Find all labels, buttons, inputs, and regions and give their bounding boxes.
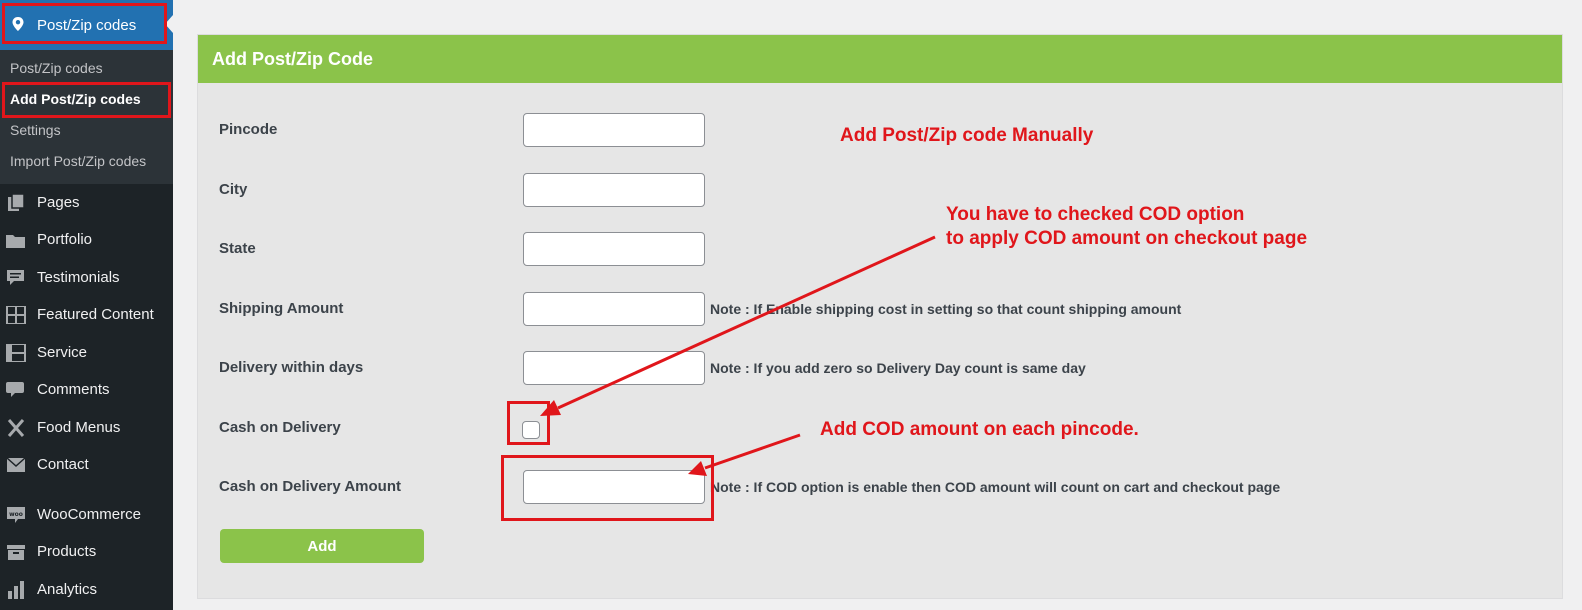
sidebar-item-portfolio[interactable]: Portfolio	[0, 223, 173, 257]
sidebar-item-label: Comments	[37, 381, 110, 398]
shipping-amount-note: Note : If Enable shipping cost in settin…	[710, 301, 1182, 317]
sidebar-item-label: Pages	[37, 194, 80, 211]
sidebar-item-label: Contact	[37, 456, 89, 473]
shipping-amount-input[interactable]	[523, 292, 705, 326]
cod-label: Cash on Delivery	[219, 419, 341, 436]
sidebar-item-comments[interactable]: Comments	[0, 373, 173, 407]
annotation-cod-amount: Add COD amount on each pincode.	[820, 419, 1139, 440]
add-post-zip-code-panel: Add Post/Zip Code Pincode City State Shi…	[197, 34, 1563, 599]
grid-icon	[6, 306, 26, 324]
highlight-box-menu	[2, 3, 167, 44]
products-icon	[7, 545, 25, 560]
analytics-icon	[8, 581, 24, 599]
highlight-box-checkbox	[507, 401, 550, 445]
delivery-days-input[interactable]	[523, 351, 705, 385]
sidebar-item-testimonials[interactable]: Testimonials	[0, 261, 173, 295]
sidebar-item-label: WooCommerce	[37, 506, 141, 523]
panel-header: Add Post/Zip Code	[198, 35, 1562, 83]
envelope-icon	[6, 457, 26, 472]
sidebar-item-woocommerce[interactable]: woo WooCommerce	[0, 498, 173, 532]
comments-icon	[6, 382, 24, 397]
food-menus-icon	[7, 419, 25, 437]
sidebar-item-label: Testimonials	[37, 269, 120, 286]
highlight-box-submenu	[2, 82, 171, 118]
sidebar-item-pages[interactable]: Pages	[0, 186, 173, 220]
highlight-box-cod-amount	[501, 455, 714, 521]
testimonials-icon	[7, 270, 24, 285]
cod-amount-label: Cash on Delivery Amount	[219, 478, 401, 495]
sidebar-item-label: Analytics	[37, 581, 98, 598]
city-label: City	[219, 181, 248, 198]
cod-amount-note: Note : If COD option is enable then COD …	[710, 479, 1281, 495]
sidebar-item-label: Food Menus	[37, 419, 121, 436]
pincode-input[interactable]	[523, 113, 705, 147]
sidebar-item-label: Portfolio	[37, 231, 93, 248]
sidebar-item-contact[interactable]: Contact	[0, 448, 173, 482]
submenu-import-post-zip-codes[interactable]: Import Post/Zip codes	[10, 153, 146, 169]
sidebar-item-food-menus[interactable]: Food Menus	[0, 411, 173, 445]
pincode-label: Pincode	[219, 121, 278, 138]
annotation-cod-line1: You have to checked COD option	[946, 204, 1245, 225]
annotation-manual: Add Post/Zip code Manually	[840, 125, 1094, 146]
state-input[interactable]	[523, 232, 705, 266]
submenu-settings[interactable]: Settings	[10, 122, 61, 138]
state-label: State	[219, 240, 256, 257]
sidebar-item-label: Featured Content	[37, 306, 154, 323]
service-icon	[6, 344, 26, 362]
sidebar-item-label: Products	[37, 543, 97, 560]
annotation-cod-line2: to apply COD amount on checkout page	[946, 228, 1308, 249]
sidebar-item-products[interactable]: Products	[0, 535, 173, 569]
submenu-post-zip-codes[interactable]: Post/Zip codes	[10, 60, 103, 76]
sidebar-item-label: Service	[37, 344, 88, 361]
delivery-days-label: Delivery within days	[219, 359, 364, 376]
sidebar-item-service[interactable]: Service	[0, 336, 173, 370]
shipping-amount-label: Shipping Amount	[219, 300, 344, 317]
sidebar-item-featured-content[interactable]: Featured Content	[0, 298, 173, 332]
woocommerce-icon: woo	[7, 507, 25, 523]
svg-text:woo: woo	[9, 511, 23, 518]
add-button[interactable]: Add	[220, 529, 424, 563]
folder-icon	[6, 235, 25, 248]
city-input[interactable]	[523, 173, 705, 207]
sidebar-item-analytics[interactable]: Analytics	[0, 573, 173, 607]
pages-icon	[8, 194, 25, 211]
delivery-days-note: Note : If you add zero so Delivery Day c…	[710, 360, 1086, 376]
page-title: Add Post/Zip Code	[212, 49, 373, 69]
